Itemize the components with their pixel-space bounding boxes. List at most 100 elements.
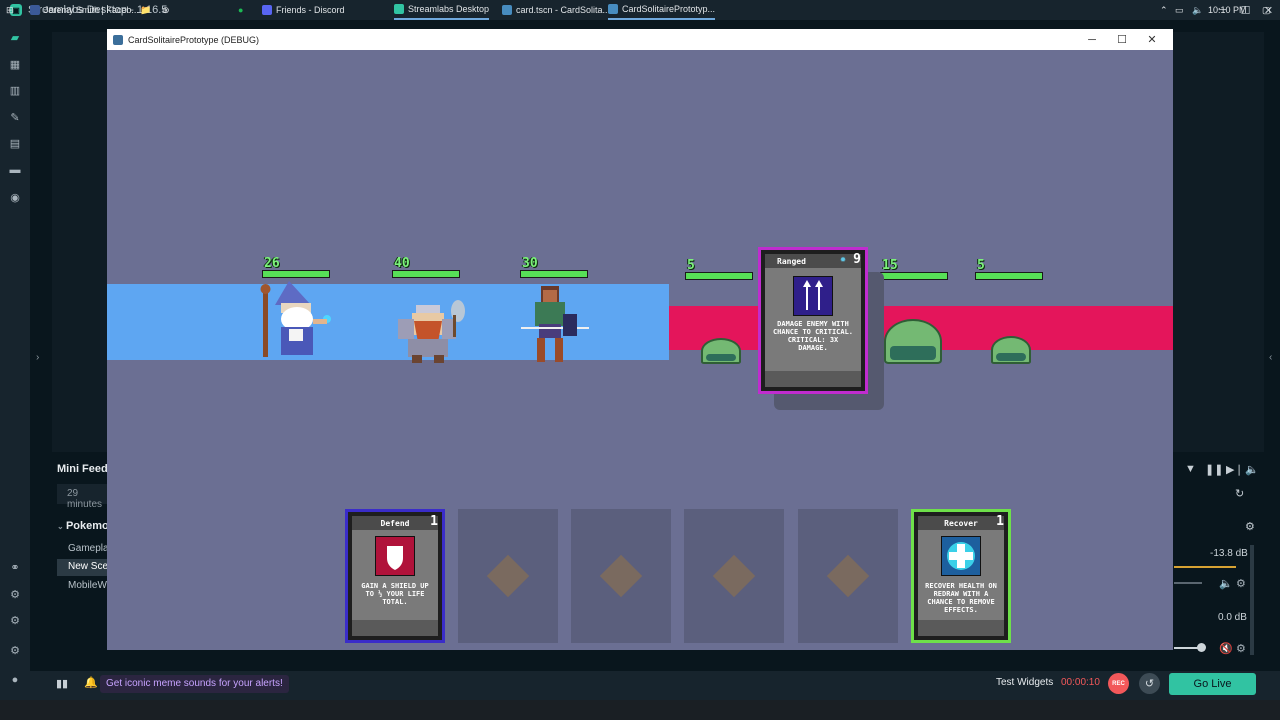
empty-card-slot[interactable] [571, 509, 671, 643]
network-icon[interactable]: ▭ [1175, 0, 1184, 20]
enemy-hp: 5 [977, 258, 985, 273]
held-card-ranged[interactable]: Ranged ✹ 9 Damage enemy with chance to c… [758, 247, 868, 394]
game-maximize-icon[interactable]: ☐ [1107, 29, 1137, 50]
library-icon[interactable]: ▥ [8, 83, 22, 97]
taskbar-item-game[interactable]: CardSolitairePrototyp... [608, 0, 716, 20]
stats-icon[interactable]: ▮▮ [56, 677, 68, 690]
source-settings-icon-2[interactable]: ⚙ [1236, 642, 1246, 655]
windows-taskbar [0, 700, 1280, 720]
mixer-slider-knob[interactable] [1197, 643, 1206, 652]
volume-icon[interactable]: 🔈 [1245, 463, 1259, 476]
card-footer [765, 371, 861, 387]
mixer-slider-1[interactable] [1174, 582, 1202, 584]
card-footer [352, 620, 438, 636]
speaker-icon[interactable]: 🔈 [1192, 0, 1203, 20]
card-description: Recover health on redraw with a chance t… [925, 582, 997, 614]
steam-icon[interactable]: ⊛ [162, 0, 170, 20]
taskbar-item-facebook[interactable]: Jeremy Smith | Faceb... [30, 0, 139, 20]
skip-icon[interactable]: ▶❘ [1226, 463, 1244, 476]
expand-right-icon[interactable]: ‹ [1269, 352, 1272, 363]
taskbar-item-streamlabs[interactable]: Streamlabs Desktop [394, 0, 490, 20]
pause-icon[interactable]: ❚❚ [1205, 463, 1223, 476]
mixer-settings-icon[interactable]: ⚙ [1245, 520, 1255, 533]
link-icon[interactable]: ⚭ [8, 560, 22, 574]
wizard-sprite[interactable] [255, 281, 337, 363]
mixer-scrollbar[interactable] [1250, 545, 1254, 655]
enemy-hp: 15 [882, 258, 898, 273]
scene-item[interactable]: New Scene [57, 559, 107, 576]
mixer-db-1: -13.8 dB [1210, 548, 1248, 559]
mute-icon[interactable]: 🔈 [1219, 577, 1233, 590]
slime-enemy[interactable] [701, 338, 741, 364]
enemy-hp-bar [685, 272, 753, 280]
hero-hp-bar [392, 270, 460, 278]
hand-card-defend[interactable]: Defend 1 Gain a shield up to ½ your life… [345, 509, 445, 643]
card-description: Damage enemy with chance to critical. Cr… [772, 320, 854, 352]
expand-left-icon[interactable]: › [36, 352, 39, 363]
themes-icon[interactable]: ✎ [8, 110, 22, 124]
spotify-icon[interactable]: ● [238, 0, 243, 20]
card-cost: 9 [853, 252, 861, 267]
settings-icon[interactable]: ⚙ [8, 643, 22, 657]
card-title: Recover [918, 516, 1004, 530]
taskbar-item-godot-editor[interactable]: card.tscn - CardSolita... [502, 0, 610, 20]
filter-icon[interactable]: ▼ [1185, 463, 1196, 475]
editor-icon[interactable]: ▰ [8, 30, 22, 44]
go-live-button[interactable]: Go Live [1169, 673, 1256, 695]
plugin-icon[interactable]: ⚙ [8, 587, 22, 601]
game-window-titlebar: CardSolitairePrototype (DEBUG) ─ ☐ ✕ [107, 29, 1173, 50]
windows-start-icon[interactable]: ⊞ [6, 0, 14, 20]
file-explorer-icon[interactable]: 📁 [140, 0, 151, 20]
mixer-meter-1 [1174, 566, 1236, 568]
replay-buffer-icon[interactable]: ↺ [1139, 673, 1160, 694]
game-window-title: CardSolitairePrototype (DEBUG) [128, 34, 260, 45]
scene-collection-title[interactable]: ⌄ Pokemo [57, 520, 109, 532]
dwarf-sprite[interactable] [390, 299, 470, 363]
game-window[interactable]: CardSolitairePrototype (DEBUG) ─ ☐ ✕ 26 … [107, 29, 1173, 650]
hand-card-recover[interactable]: Recover 1 Recover health on redraw with … [911, 509, 1011, 643]
rec-button[interactable]: REC [1108, 673, 1129, 694]
source-settings-icon[interactable]: ⚙ [1236, 577, 1246, 590]
arrows-icon [793, 276, 833, 316]
card-cost: 1 [430, 514, 438, 529]
godot-app-icon [113, 34, 123, 45]
game-minimize-icon[interactable]: ─ [1077, 29, 1107, 50]
card-footer [918, 620, 1004, 636]
ranger-sprite[interactable] [515, 284, 593, 364]
mixer-db-2: 0.0 dB [1218, 612, 1247, 623]
tray-arrow-icon[interactable]: ⌃ [1160, 0, 1168, 20]
empty-card-slot[interactable] [684, 509, 784, 643]
dashboard-icon[interactable]: ▦ [8, 57, 22, 71]
refresh-icon[interactable]: ↻ [1235, 487, 1244, 500]
card-cost: 1 [996, 514, 1004, 529]
scene-item[interactable]: MobileWi [57, 578, 107, 595]
muted-icon[interactable]: 🔇 [1219, 642, 1233, 655]
studio-icon[interactable]: ▬ [8, 163, 22, 177]
empty-card-slot[interactable] [798, 509, 898, 643]
alert-promo[interactable]: Get iconic meme sounds for your alerts! [100, 675, 289, 693]
notifications-icon[interactable]: ▢ [1262, 0, 1271, 20]
mini-feed-row: 29 minutes [57, 484, 113, 510]
record-icon[interactable]: ◉ [8, 190, 22, 204]
empty-card-slot[interactable] [458, 509, 558, 643]
test-widgets-button[interactable]: Test Widgets [996, 677, 1053, 688]
card-body: Damage enemy with chance to critical. Cr… [765, 268, 861, 387]
taskbar-item-discord[interactable]: Friends - Discord [262, 0, 345, 20]
slime-enemy[interactable] [884, 319, 942, 364]
game-close-icon[interactable]: ✕ [1137, 29, 1167, 50]
mini-feed-title: Mini Feed [57, 463, 108, 475]
hero-hp: 26 [264, 256, 280, 271]
taskbar-clock[interactable]: 10:10 PM [1208, 0, 1247, 20]
store-icon[interactable]: ▤ [8, 136, 22, 150]
notification-bell-icon[interactable]: 🔔 [84, 676, 98, 689]
shield-icon [375, 536, 415, 576]
scene-item[interactable]: Gameplay [57, 541, 107, 558]
slime-enemy[interactable] [991, 336, 1031, 364]
hero-hp: 40 [394, 256, 410, 271]
record-timer: 00:00:10 [1061, 677, 1100, 688]
hero-hp: 30 [522, 256, 538, 271]
profile-icon[interactable]: ● [8, 673, 22, 687]
tools-icon[interactable]: ⚙ [8, 613, 22, 627]
hero-hp-bar [520, 270, 588, 278]
enemy-hp-bar [975, 272, 1043, 280]
